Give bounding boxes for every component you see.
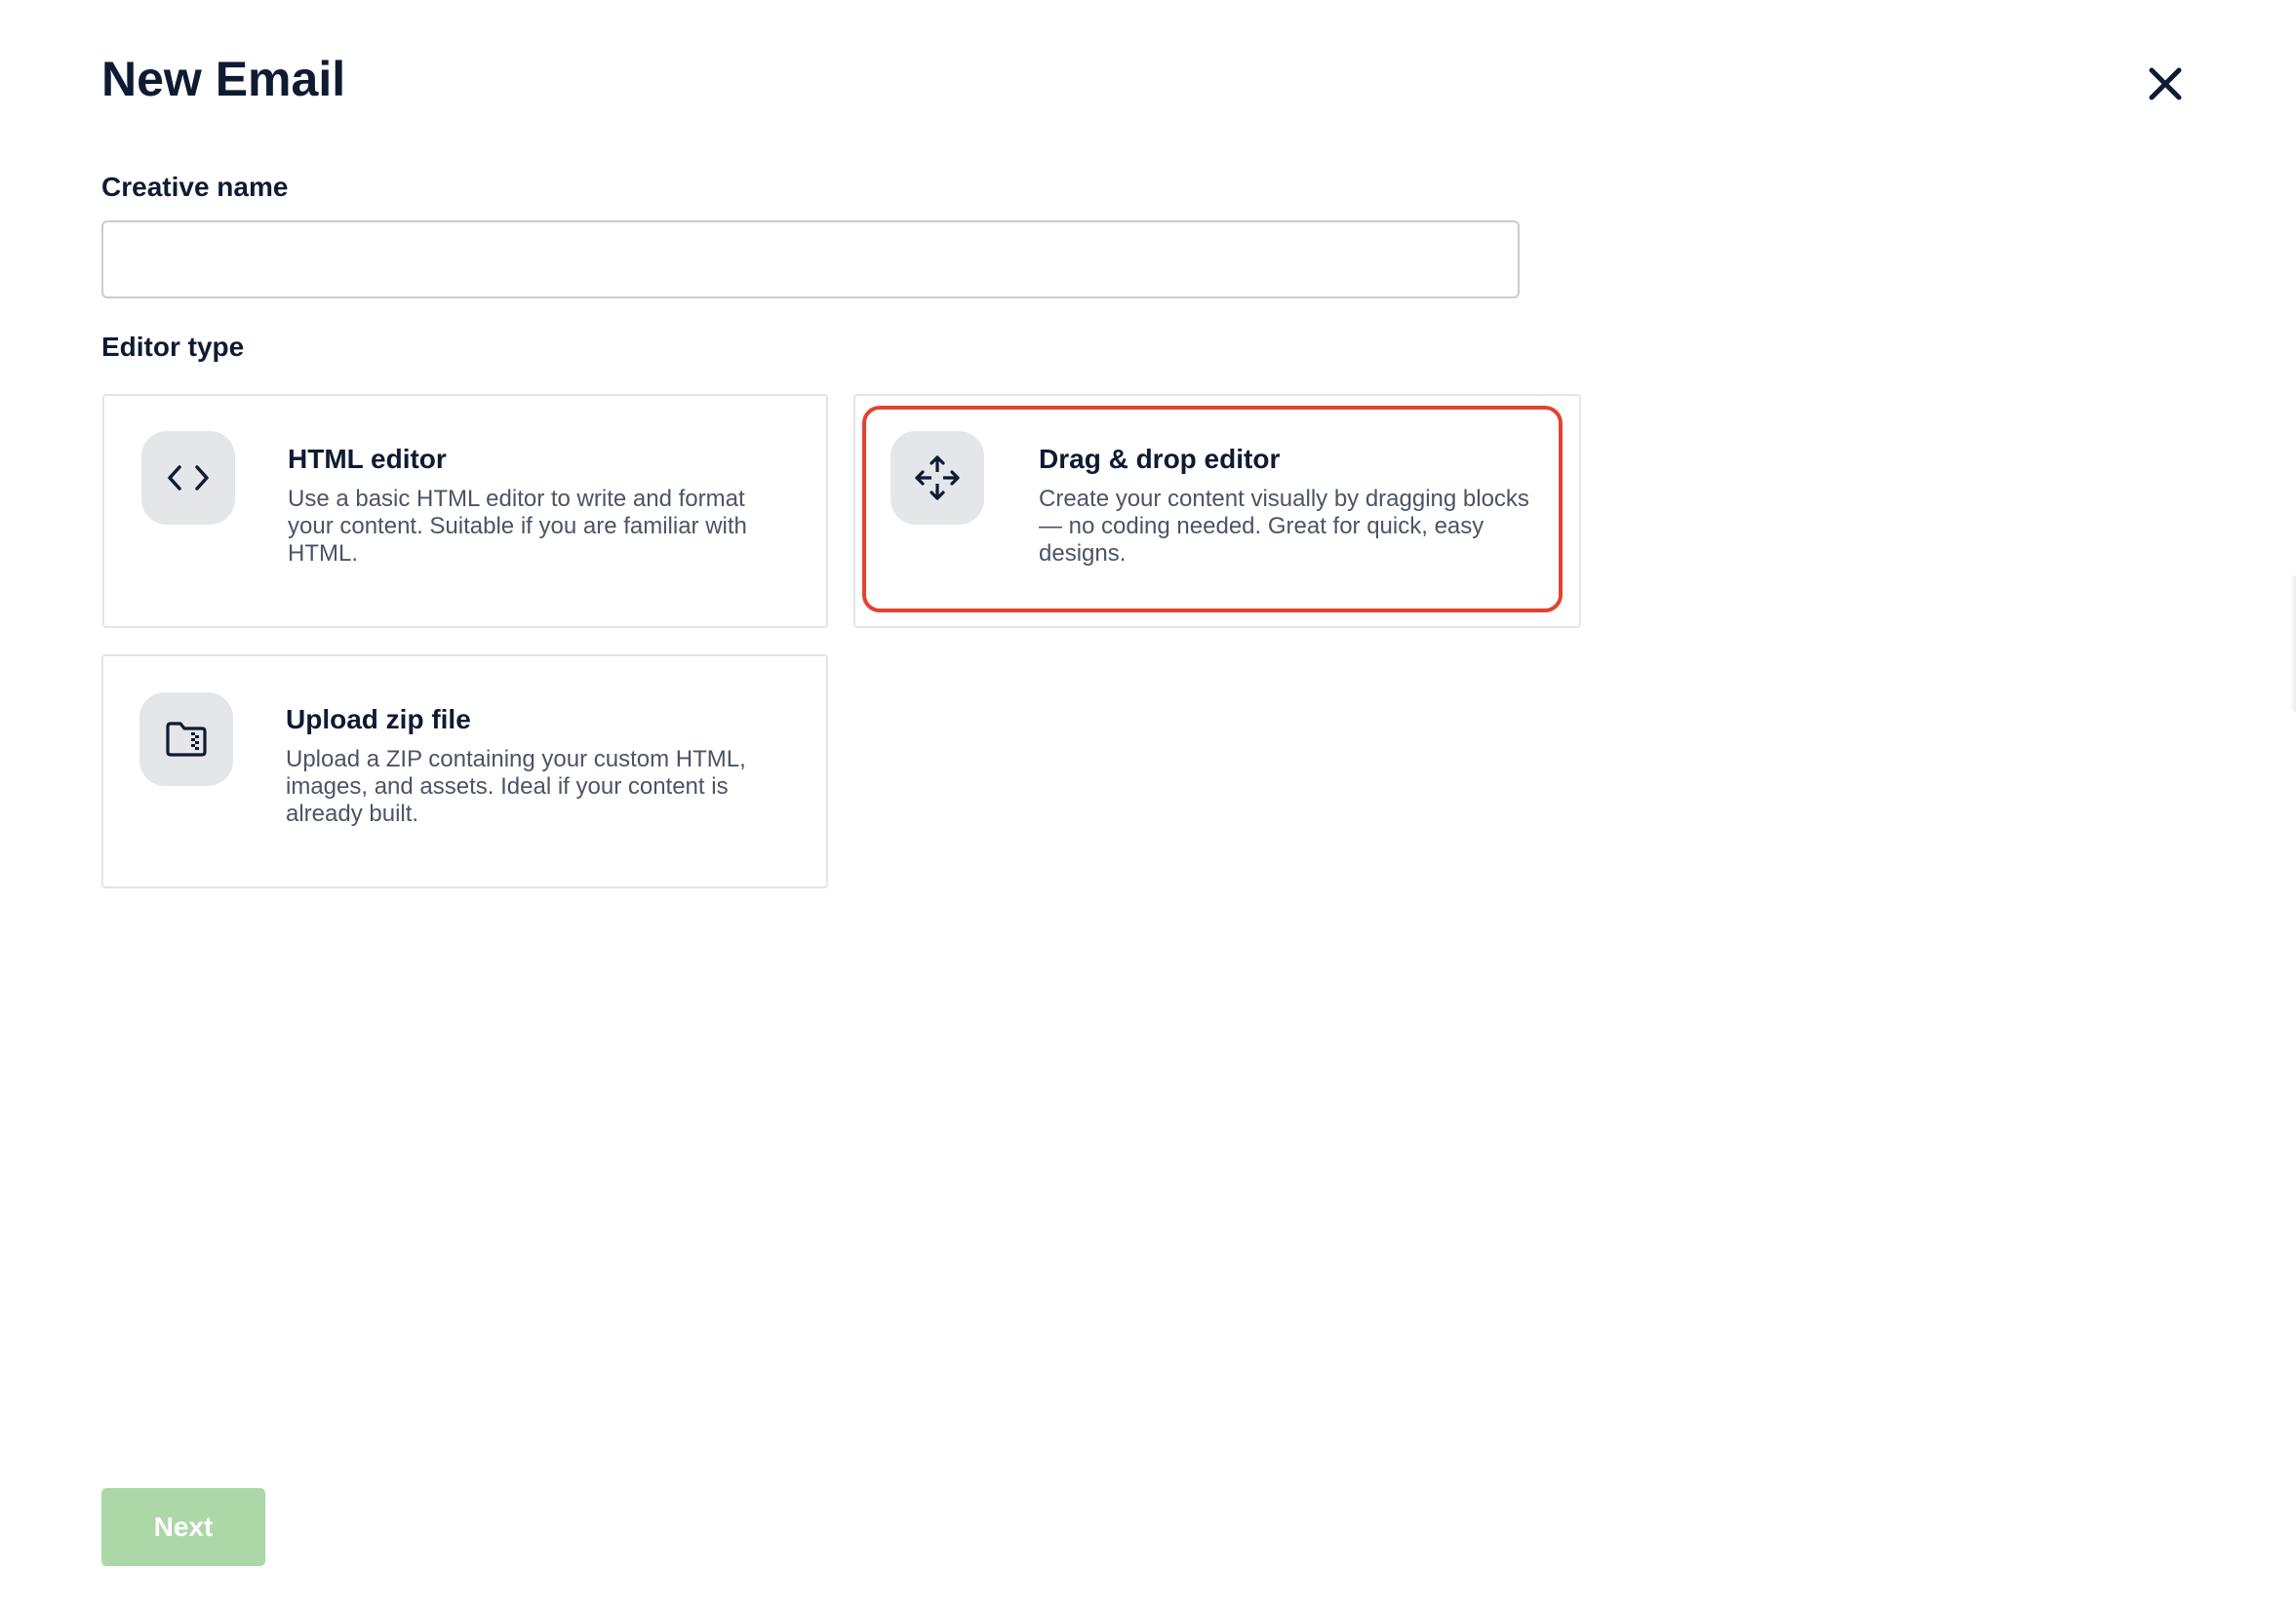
move-arrows-icon — [915, 455, 960, 500]
editor-type-label: Editor type — [101, 332, 245, 362]
code-icon-tile — [141, 431, 235, 525]
drag-drop-editor-description: Create your content visually by dragging… — [1039, 486, 1529, 567]
close-icon — [2149, 67, 2182, 100]
html-editor-title: HTML editor — [288, 444, 447, 474]
drag-drop-editor-title: Drag & drop editor — [1039, 444, 1281, 474]
zip-icon-tile — [139, 692, 233, 786]
creative-name-input[interactable] — [101, 220, 1520, 298]
new-email-dialog: New Email Creative name Editor type HTML… — [0, 0, 2296, 1611]
move-icon-tile — [891, 431, 984, 525]
page-title: New Email — [101, 52, 346, 106]
creative-name-label: Creative name — [101, 172, 289, 202]
upload-zip-description: Upload a ZIP containing your custom HTML… — [286, 746, 746, 827]
drag-drop-editor-option[interactable]: Drag & drop editor Create your content v… — [853, 394, 1581, 628]
code-icon — [168, 465, 209, 491]
next-button[interactable]: Next — [101, 1488, 265, 1566]
edge-shadow — [2290, 575, 2296, 712]
html-editor-option[interactable]: HTML editor Use a basic HTML editor to w… — [102, 394, 828, 628]
zip-folder-icon — [166, 722, 207, 757]
upload-zip-option[interactable]: Upload zip file Upload a ZIP containing … — [101, 654, 828, 888]
close-button[interactable] — [2136, 55, 2195, 113]
upload-zip-title: Upload zip file — [286, 704, 471, 734]
html-editor-description: Use a basic HTML editor to write and for… — [288, 486, 747, 567]
